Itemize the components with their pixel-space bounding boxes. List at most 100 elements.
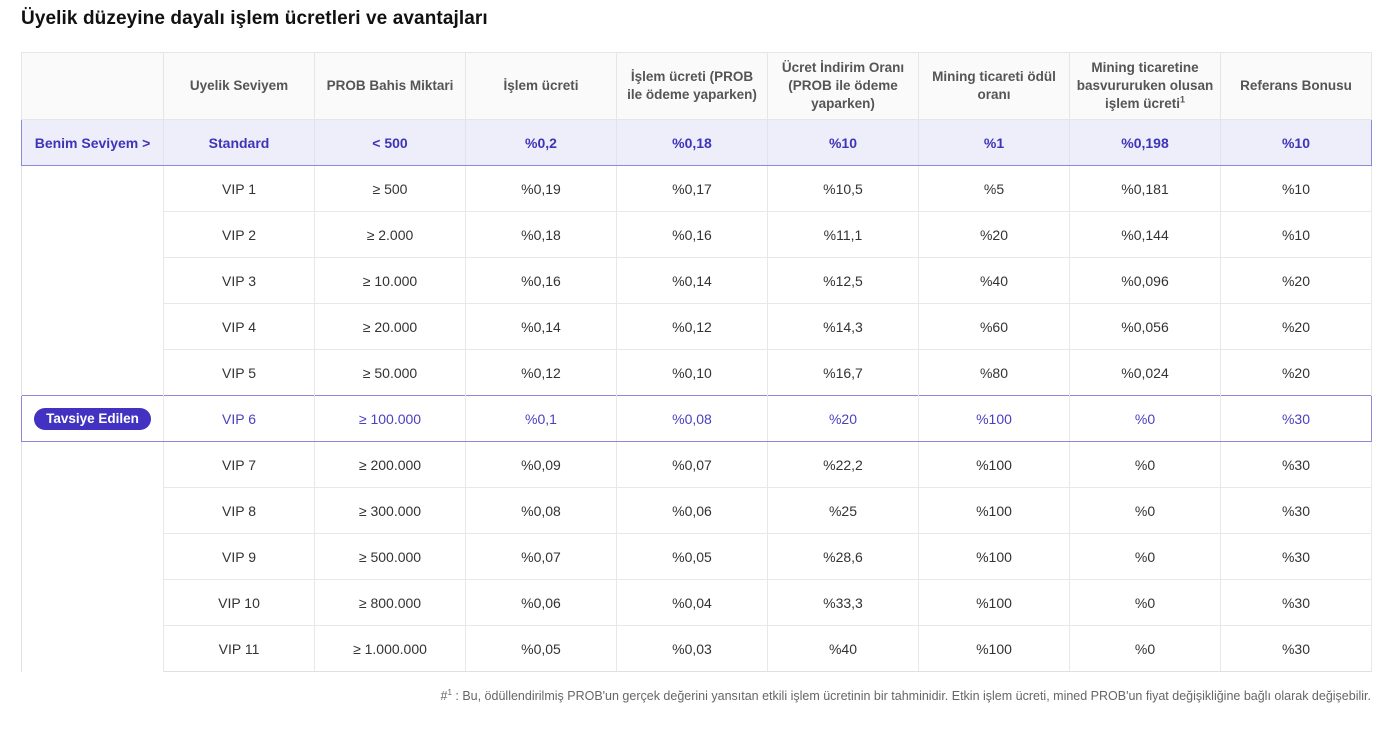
table-row: VIP 11 ≥ 1.000.000 %0,05 %0,03 %40 %100 %0 %30 bbox=[22, 625, 1372, 672]
cell-trading-fee: %0,09 bbox=[465, 441, 617, 488]
cell-stake-amount: ≥ 50.000 bbox=[314, 349, 466, 396]
cell-mining-reward-rate: %1 bbox=[918, 119, 1070, 166]
cell-fee-discount-rate: %20 bbox=[767, 395, 919, 442]
cell-membership-level: VIP 9 bbox=[163, 533, 315, 580]
cell-stake-amount: ≥ 500 bbox=[314, 165, 466, 212]
cell-trading-fee-prob: %0,05 bbox=[616, 533, 768, 580]
cell-mining-reward-rate: %100 bbox=[918, 533, 1070, 580]
cell-membership-level: VIP 11 bbox=[163, 625, 315, 672]
cell-mining-reward-rate: %100 bbox=[918, 625, 1070, 672]
fee-table-body: Benim Seviyem > Standard < 500 %0,2 %0,18 %10… bbox=[21, 119, 1372, 672]
cell-mining-fee: %0 bbox=[1069, 441, 1221, 488]
cell-trading-fee: %0,08 bbox=[465, 487, 617, 534]
cell-mining-fee: %0 bbox=[1069, 625, 1221, 672]
cell-stake-amount: ≥ 500.000 bbox=[314, 533, 466, 580]
cell-membership-level: VIP 5 bbox=[163, 349, 315, 396]
cell-membership-level: VIP 4 bbox=[163, 303, 315, 350]
footnote: #1 : Bu, ödüllendirilmiş PROB'un gerçek … bbox=[441, 688, 1372, 703]
side-cell-empty bbox=[21, 165, 164, 396]
cell-mining-fee: %0,198 bbox=[1069, 119, 1221, 166]
cell-referral-bonus: %30 bbox=[1220, 487, 1372, 534]
header-stake-amount: PROB Bahis Miktari bbox=[314, 52, 466, 120]
cell-membership-level: VIP 10 bbox=[163, 579, 315, 626]
cell-referral-bonus: %20 bbox=[1220, 257, 1372, 304]
cell-stake-amount: ≥ 800.000 bbox=[314, 579, 466, 626]
cell-trading-fee: %0,07 bbox=[465, 533, 617, 580]
cell-mining-fee: %0 bbox=[1069, 487, 1221, 534]
header-fee-discount-rate: Ücret İndirim Oranı (PROB ile ödeme yapa… bbox=[767, 52, 919, 120]
cell-referral-bonus: %20 bbox=[1220, 303, 1372, 350]
cell-trading-fee: %0,18 bbox=[465, 211, 617, 258]
cell-fee-discount-rate: %25 bbox=[767, 487, 919, 534]
cell-membership-level: Standard bbox=[163, 119, 315, 166]
cell-trading-fee-prob: %0,18 bbox=[616, 119, 768, 166]
cell-fee-discount-rate: %14,3 bbox=[767, 303, 919, 350]
recommended-badge: Tavsiye Edilen bbox=[34, 407, 151, 430]
cell-fee-discount-rate: %33,3 bbox=[767, 579, 919, 626]
cell-mining-reward-rate: %5 bbox=[918, 165, 1070, 212]
cell-trading-fee: %0,12 bbox=[465, 349, 617, 396]
cell-mining-reward-rate: %100 bbox=[918, 487, 1070, 534]
cell-trading-fee: %0,05 bbox=[465, 625, 617, 672]
header-trading-fee: İşlem ücreti bbox=[465, 52, 617, 120]
cell-membership-level: VIP 8 bbox=[163, 487, 315, 534]
cell-referral-bonus: %30 bbox=[1220, 533, 1372, 580]
cell-mining-fee: %0,144 bbox=[1069, 211, 1221, 258]
table-row: VIP 4 ≥ 20.000 %0,14 %0,12 %14,3 %60 %0,056 %20 bbox=[22, 303, 1372, 350]
cell-fee-discount-rate: %11,1 bbox=[767, 211, 919, 258]
cell-referral-bonus: %30 bbox=[1220, 625, 1372, 672]
cell-mining-fee: %0,181 bbox=[1069, 165, 1221, 212]
cell-referral-bonus: %30 bbox=[1220, 395, 1372, 442]
cell-referral-bonus: %10 bbox=[1220, 211, 1372, 258]
table-row: VIP 7 ≥ 200.000 %0,09 %0,07 %22,2 %100 %0 %30 bbox=[21, 441, 1372, 672]
cell-mining-reward-rate: %100 bbox=[918, 441, 1070, 488]
table-row: VIP 10 ≥ 800.000 %0,06 %0,04 %33,3 %100 %0 %30 bbox=[22, 579, 1372, 626]
table-row: VIP 3 ≥ 10.000 %0,16 %0,14 %12,5 %40 %0,096 %20 bbox=[22, 257, 1372, 304]
cell-membership-level: VIP 7 bbox=[163, 441, 315, 488]
cell-fee-discount-rate: %16,7 bbox=[767, 349, 919, 396]
cell-fee-discount-rate: %10 bbox=[767, 119, 919, 166]
cell-trading-fee-prob: %0,03 bbox=[616, 625, 768, 672]
table-row: VIP 8 ≥ 300.000 %0,08 %0,06 %25 %100 %0 %30 bbox=[22, 487, 1372, 534]
cell-trading-fee: %0,2 bbox=[465, 119, 617, 166]
cell-referral-bonus: %30 bbox=[1220, 579, 1372, 626]
cell-mining-fee: %0 bbox=[1069, 395, 1221, 442]
table-row: Tavsiye Edilen VIP 6 ≥ 100.000 %0,1 %0,08 %20… bbox=[21, 395, 1372, 442]
cell-referral-bonus: %20 bbox=[1220, 349, 1372, 396]
cell-trading-fee-prob: %0,07 bbox=[616, 441, 768, 488]
page-title: Üyelik düzeyine dayalı işlem ücretleri v… bbox=[21, 8, 488, 29]
cell-trading-fee: %0,14 bbox=[465, 303, 617, 350]
header-trading-fee-prob: İşlem ücreti (PROB ile ödeme yaparken) bbox=[616, 52, 768, 120]
cell-mining-reward-rate: %40 bbox=[918, 257, 1070, 304]
cell-trading-fee: %0,1 bbox=[465, 395, 617, 442]
table-row: VIP 5 ≥ 50.000 %0,12 %0,10 %16,7 %80 %0,024 %20 bbox=[22, 349, 1372, 396]
cell-fee-discount-rate: %22,2 bbox=[767, 441, 919, 488]
cell-membership-level: VIP 6 bbox=[163, 395, 315, 442]
cell-stake-amount: ≥ 300.000 bbox=[314, 487, 466, 534]
cell-trading-fee-prob: %0,06 bbox=[616, 487, 768, 534]
side-cell-empty bbox=[21, 441, 164, 672]
table-row: VIP 9 ≥ 500.000 %0,07 %0,05 %28,6 %100 %0 %30 bbox=[22, 533, 1372, 580]
cell-stake-amount: < 500 bbox=[314, 119, 466, 166]
cell-mining-fee: %0,024 bbox=[1069, 349, 1221, 396]
fee-table-header: Uyelik Seviyem PROB Bahis Miktari İşlem … bbox=[21, 52, 1372, 120]
cell-referral-bonus: %10 bbox=[1220, 165, 1372, 212]
cell-stake-amount: ≥ 2.000 bbox=[314, 211, 466, 258]
cell-fee-discount-rate: %12,5 bbox=[767, 257, 919, 304]
header-mining-fee-text: Mining ticaretine basvururuken olusan iş… bbox=[1076, 60, 1214, 111]
cell-fee-discount-rate: %40 bbox=[767, 625, 919, 672]
table-row: VIP 2 ≥ 2.000 %0,18 %0,16 %11,1 %20 %0,144 %10 bbox=[22, 211, 1372, 258]
header-referral-bonus: Referans Bonusu bbox=[1220, 52, 1372, 120]
footnote-text: : Bu, ödüllendirilmiş PROB'un gerçek değ… bbox=[451, 689, 1371, 704]
cell-stake-amount: ≥ 1.000.000 bbox=[314, 625, 466, 672]
cell-trading-fee: %0,19 bbox=[465, 165, 617, 212]
header-row: Uyelik Seviyem PROB Bahis Miktari İşlem … bbox=[21, 52, 1372, 120]
cell-mining-reward-rate: %100 bbox=[918, 579, 1070, 626]
table-row: VIP 1 ≥ 500 %0,19 %0,17 %10,5 %5 %0,181 %10 bbox=[21, 165, 1372, 396]
cell-referral-bonus: %30 bbox=[1220, 441, 1372, 488]
header-cell-empty bbox=[21, 52, 164, 120]
cell-mining-reward-rate: %60 bbox=[918, 303, 1070, 350]
header-mining-fee: Mining ticaretine basvururuken olusan iş… bbox=[1069, 52, 1221, 120]
header-mining-reward-rate: Mining ticareti ödül oranı bbox=[918, 52, 1070, 120]
footnote-mark: 1 bbox=[1180, 94, 1186, 105]
